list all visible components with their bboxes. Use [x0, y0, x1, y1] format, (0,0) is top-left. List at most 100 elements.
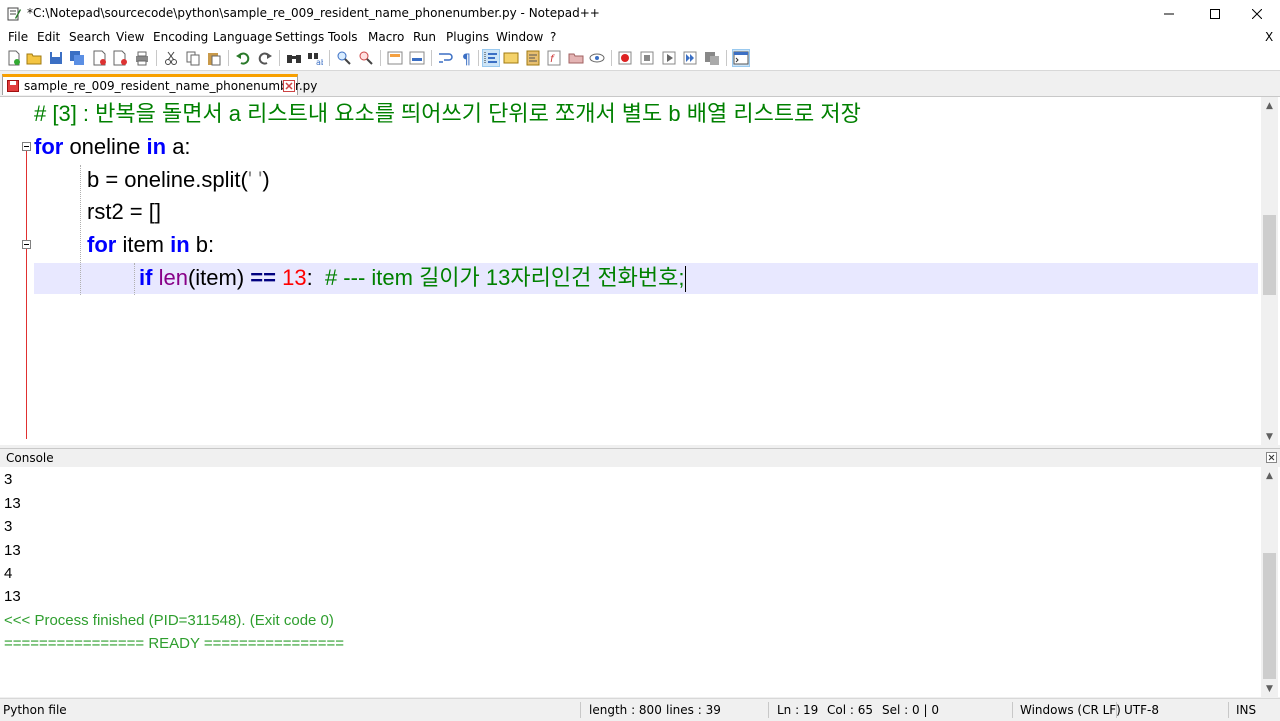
code-line-3: b = oneline.split(' ')	[87, 167, 270, 192]
console-toggle-icon[interactable]	[732, 49, 750, 67]
user-defined-language-icon[interactable]	[503, 50, 519, 66]
run-macro-multiple-icon[interactable]	[682, 50, 698, 66]
scroll-up-icon[interactable]: ▲	[1261, 467, 1278, 484]
print-icon[interactable]	[134, 50, 150, 66]
status-encoding: UTF-8	[1124, 703, 1159, 717]
close-document-button[interactable]: X	[1265, 30, 1273, 44]
close-icon	[1252, 9, 1262, 19]
code-line-2: for oneline in a:	[34, 134, 191, 159]
svg-text:¶: ¶	[462, 52, 471, 66]
menu-tools[interactable]: Tools	[328, 30, 358, 44]
menu-search[interactable]: Search	[69, 30, 110, 44]
new-file-icon[interactable]	[6, 50, 22, 66]
menu-settings[interactable]: Settings	[275, 30, 324, 44]
folder-as-workspace-icon[interactable]	[568, 50, 584, 66]
save-macro-icon[interactable]	[704, 50, 720, 66]
console-process-line: <<< Process finished (PID=311548). (Exit…	[4, 612, 334, 629]
console-line: 13	[4, 588, 21, 605]
zoom-in-icon[interactable]	[336, 50, 352, 66]
indent-guide	[80, 165, 82, 295]
minimize-button[interactable]	[1146, 0, 1192, 28]
tab-document[interactable]: sample_re_009_resident_name_phonenumber.…	[2, 74, 317, 95]
close-file-icon[interactable]	[91, 50, 107, 66]
menu-language[interactable]: Language	[213, 30, 272, 44]
stop-macro-icon[interactable]	[639, 50, 655, 66]
monitoring-icon[interactable]	[589, 50, 605, 66]
tab-bar: sample_re_009_resident_name_phonenumber.…	[0, 71, 1280, 95]
title-bar: *C:\Notepad\sourcecode\python\sample_re_…	[0, 0, 1280, 28]
menu-edit[interactable]: Edit	[37, 30, 60, 44]
status-file-type: Python file	[3, 703, 67, 717]
close-all-icon[interactable]	[112, 50, 128, 66]
code-line-4: rst2 = []	[87, 199, 161, 224]
toolbar: ab ¶ f	[0, 46, 1280, 71]
undo-icon[interactable]	[235, 50, 251, 66]
console-close-icon[interactable]	[1266, 452, 1277, 463]
status-eol: Windows (CR LF)	[1020, 703, 1121, 717]
menu-help[interactable]: ?	[550, 30, 556, 44]
document-map-icon[interactable]	[525, 50, 541, 66]
redo-icon[interactable]	[257, 50, 273, 66]
fold-toggle-for-item[interactable]	[22, 240, 31, 249]
open-file-icon[interactable]	[26, 50, 42, 66]
close-button[interactable]	[1234, 0, 1280, 28]
maximize-button[interactable]	[1192, 0, 1238, 28]
play-macro-icon[interactable]	[661, 50, 677, 66]
status-column: Col : 65	[827, 703, 873, 717]
save-all-icon[interactable]	[69, 50, 85, 66]
console-output[interactable]: 3 13 3 13 4 13 <<< Process finished (PID…	[0, 467, 1280, 697]
function-list-icon[interactable]: f	[546, 50, 562, 66]
console-vertical-scrollbar[interactable]: ▲ ▼	[1261, 467, 1278, 697]
fold-line	[26, 149, 27, 439]
console-ready-line: ================ READY ================	[4, 635, 345, 652]
menu-run[interactable]: Run	[413, 30, 436, 44]
console-line: 13	[4, 495, 21, 512]
copy-icon[interactable]	[185, 50, 201, 66]
notepad-app-icon	[7, 7, 21, 21]
menu-macro[interactable]: Macro	[368, 30, 404, 44]
scrollbar-thumb[interactable]	[1263, 553, 1276, 679]
tab-close-icon[interactable]	[283, 80, 295, 92]
status-insert-mode: INS	[1236, 703, 1257, 717]
console-line: 3	[4, 518, 13, 535]
find-icon[interactable]	[286, 50, 302, 66]
save-icon[interactable]	[48, 50, 64, 66]
sync-vertical-icon[interactable]	[387, 50, 403, 66]
scroll-up-icon[interactable]: ▲	[1261, 97, 1278, 114]
scroll-down-icon[interactable]: ▼	[1261, 680, 1278, 697]
word-wrap-icon[interactable]	[437, 50, 453, 66]
scrollbar-thumb[interactable]	[1263, 215, 1276, 295]
zoom-out-icon[interactable]	[358, 50, 374, 66]
indent-guide-icon[interactable]	[482, 49, 500, 67]
code-line-1: # [3] : 반복을 돌면서 a 리스트내 요소를 띄어쓰기 단위로 쪼개서 …	[34, 101, 861, 126]
scroll-down-icon[interactable]: ▼	[1261, 428, 1278, 445]
maximize-icon	[1210, 9, 1220, 19]
code-line-6: if len(item) == 13: # --- item 길이가 13자리인…	[139, 263, 686, 293]
show-all-chars-icon[interactable]: ¶	[459, 50, 475, 66]
cut-icon[interactable]	[163, 50, 179, 66]
paste-icon[interactable]	[206, 50, 222, 66]
menu-window[interactable]: Window	[496, 30, 543, 44]
code-editor[interactable]: # [3] : 반복을 돌면서 a 리스트내 요소를 띄어쓰기 단위로 쪼개서 …	[0, 96, 1280, 445]
console-line: 13	[4, 542, 21, 559]
sync-horizontal-icon[interactable]	[409, 50, 425, 66]
menu-encoding[interactable]: Encoding	[153, 30, 208, 44]
code-line-5: for item in b:	[87, 232, 215, 257]
text-caret	[684, 266, 686, 293]
window-title: *C:\Notepad\sourcecode\python\sample_re_…	[27, 6, 600, 20]
status-bar: Python file length : 800 lines : 39 Ln :…	[0, 698, 1280, 721]
unsaved-file-icon	[7, 80, 19, 92]
status-lines: lines : 39	[666, 703, 721, 717]
console-line: 4	[4, 565, 13, 582]
editor-vertical-scrollbar[interactable]: ▲ ▼	[1261, 97, 1278, 445]
fold-toggle-for-oneline[interactable]	[22, 142, 31, 151]
tab-label: sample_re_009_resident_name_phonenumber.…	[24, 79, 318, 93]
console-header: Console	[0, 448, 1280, 468]
menu-file[interactable]: File	[8, 30, 28, 44]
menu-plugins[interactable]: Plugins	[446, 30, 489, 44]
menu-view[interactable]: View	[116, 30, 144, 44]
menu-bar: File Edit Search View Encoding Language …	[0, 28, 1280, 46]
replace-icon[interactable]: ab	[307, 50, 323, 66]
record-macro-icon[interactable]	[617, 50, 633, 66]
minimize-icon	[1164, 13, 1174, 15]
